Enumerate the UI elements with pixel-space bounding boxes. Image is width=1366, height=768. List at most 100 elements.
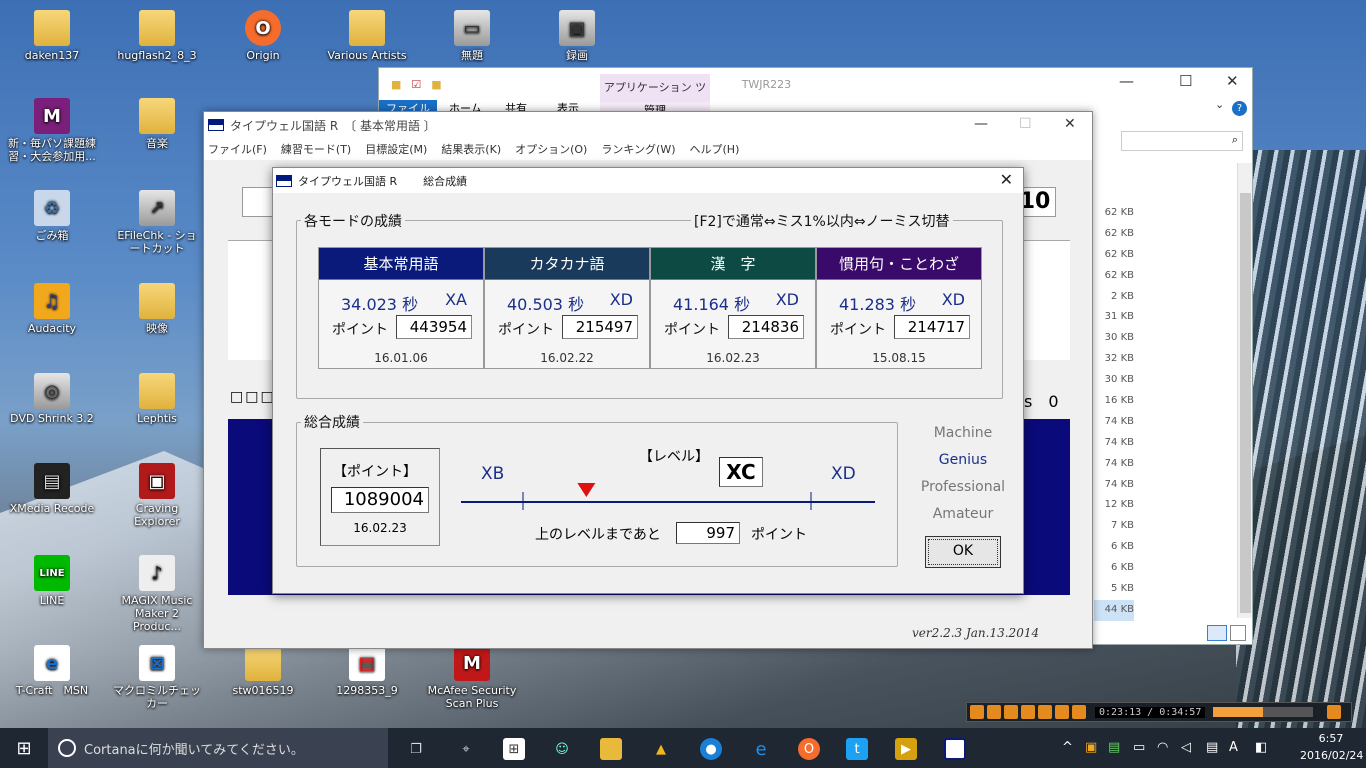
avast-icon[interactable]: ▲ — [650, 738, 672, 760]
mode-date: 15.08.15 — [872, 351, 926, 365]
menu-help[interactable]: ヘルプ(H) — [690, 141, 740, 157]
cortana-search-box[interactable]: Cortanaに何か聞いてみてください。 — [48, 728, 388, 768]
ime-indicator[interactable]: A — [1229, 740, 1238, 755]
file-size: 44 KB — [1094, 599, 1134, 621]
desktop-icon-dvd-shrink[interactable]: ◎ DVD Shrink 3.2 — [7, 373, 97, 425]
desktop-icon-hugflash[interactable]: hugflash2_8_3 — [112, 10, 202, 62]
desktop-icon-macromill[interactable]: ⊠ マクロミルチェッカー — [112, 645, 202, 710]
details-view-icon[interactable] — [1207, 625, 1227, 641]
tray-app2-icon[interactable]: ▤ — [1108, 740, 1120, 755]
help-icon[interactable]: ? — [1232, 101, 1247, 116]
wifi-icon[interactable]: ◠ — [1157, 740, 1168, 755]
desktop-icon-recycle-bin[interactable]: ♻ ごみ箱 — [7, 190, 97, 242]
maximize-icon[interactable]: ☐ — [1179, 72, 1192, 90]
message-icon[interactable]: ▤ — [1206, 740, 1218, 755]
desktop-icon-mainichi-pasokon[interactable]: M 新・毎パソ課題練習・大会参加用... — [7, 98, 97, 163]
windows-start-icon[interactable]: ⊞ — [0, 728, 48, 768]
next-icon[interactable] — [1038, 705, 1052, 719]
stop-icon[interactable] — [1004, 705, 1018, 719]
desktop-icon-various-artists[interactable]: Various Artists — [322, 10, 412, 62]
typewell-taskbar-icon[interactable] — [944, 738, 966, 760]
player-menu-icon[interactable] — [1327, 705, 1342, 719]
desktop-icon-line[interactable]: LINE LINE — [7, 555, 97, 607]
media-player-icon[interactable]: ▶ — [895, 738, 917, 760]
desktop-icon-xmedia-recode[interactable]: ▤ XMedia Recode — [7, 463, 97, 515]
explorer-scrollbar[interactable] — [1237, 163, 1252, 618]
play-icon[interactable] — [970, 705, 984, 719]
pause-icon[interactable] — [987, 705, 1001, 719]
desktop-icon-lephtis[interactable]: Lephtis — [112, 373, 202, 425]
clock-time: 6:57 — [1318, 732, 1344, 745]
edge-icon[interactable]: e — [750, 738, 772, 760]
playlist-icon[interactable] — [1072, 705, 1086, 719]
menu-practice-mode[interactable]: 練習モード(T) — [281, 141, 351, 157]
close-icon[interactable]: ✕ — [1064, 116, 1076, 132]
tray-app-icon[interactable]: ▣ — [1085, 740, 1097, 755]
volume-icon[interactable]: ◁ — [1181, 740, 1191, 755]
desktop-icon-magix[interactable]: ♪ MAGIX Music Maker 2 Produc... — [112, 555, 202, 633]
search-input[interactable]: ⌕ — [1121, 131, 1243, 151]
desktop-icon-untitled[interactable]: ▭ 無題 — [427, 10, 517, 62]
total-results-dialog[interactable]: タイプウェル国語 R 総合成績 ✕ 各モードの成績 [F2]で通常⇔ミス1%以内… — [272, 167, 1024, 594]
minimize-icon[interactable]: — — [974, 116, 988, 132]
desktop-icon-mcafee[interactable]: M McAfee Security Scan Plus — [427, 645, 517, 710]
desktop-icon-audacity[interactable]: ♫ Audacity — [7, 283, 97, 335]
desktop-icon-tcraft[interactable]: e T-Craft MSN — [7, 645, 97, 697]
desktop-icon-music[interactable]: 音楽 — [112, 98, 202, 150]
desktop-icon-origin[interactable]: O Origin — [218, 10, 308, 62]
repeat-icon[interactable] — [1055, 705, 1069, 719]
file-size: 7 KB — [1111, 520, 1134, 532]
remaining-prefix: 上のレベルまであと — [535, 527, 661, 543]
file-size: 74 KB — [1104, 436, 1134, 448]
prev-icon[interactable] — [1021, 705, 1035, 719]
film-icon: ▤ — [34, 463, 70, 499]
origin-icon[interactable]: O — [798, 738, 820, 760]
desktop-icon-craving-explorer[interactable]: ▣ Craving Explorer — [112, 463, 202, 528]
scrollbar-thumb[interactable] — [1240, 193, 1251, 613]
mode-card-katakana[interactable]: カタカナ語 40.503 秒 XD ポイント 215497 16.02.22 — [484, 247, 650, 369]
cortana-icon — [58, 739, 76, 757]
menu-results[interactable]: 結果表示(K) — [441, 141, 501, 157]
mode-point-label: ポイント — [664, 322, 720, 338]
network-globe-icon[interactable]: ⌖ — [455, 738, 477, 760]
desktop-icon-pdf[interactable]: ▤ 1298353_9 — [322, 645, 412, 697]
minimize-icon[interactable]: — — [1119, 72, 1134, 90]
chevron-down-icon[interactable]: ⌄ — [1215, 98, 1224, 111]
menu-options[interactable]: オプション(O) — [515, 141, 587, 157]
store-icon[interactable]: ⊞ — [503, 738, 525, 760]
desktop-icon-video[interactable]: 映像 — [112, 283, 202, 335]
player-progress[interactable] — [1213, 707, 1314, 717]
mode-card-kanyoku[interactable]: 慣用句・ことわざ 41.283 秒 XD ポイント 214717 15.08.1… — [816, 247, 982, 369]
notification-icon[interactable]: ◧ — [1255, 740, 1267, 755]
version-label: ver2.2.3 Jan.13.2014 — [912, 626, 1040, 640]
origin-icon: O — [245, 10, 281, 46]
file-size: 74 KB — [1104, 478, 1134, 490]
people-icon[interactable]: ☺ — [551, 738, 573, 760]
menu-file[interactable]: ファイル(F) — [208, 141, 267, 157]
thumbnail-view-icon[interactable] — [1230, 625, 1246, 641]
desktop-icon-label: 映像 — [146, 322, 168, 335]
tray-expand-icon[interactable]: ^ — [1062, 740, 1073, 755]
menu-goal[interactable]: 目標設定(M) — [365, 141, 427, 157]
twitter-icon[interactable]: t — [846, 738, 868, 760]
desktop-icon-efilechk[interactable]: ↗ EFileChk - ショートカット — [112, 190, 202, 255]
file-size: 32 KB — [1104, 353, 1134, 365]
desktop-icon-daken137[interactable]: daken137 — [7, 10, 97, 62]
tray-battery-icon[interactable]: ▭ — [1133, 740, 1145, 755]
menu-ranking[interactable]: ランキング(W) — [601, 141, 675, 157]
desktop-icon-recording[interactable]: ▣ 録画 — [532, 10, 622, 62]
mode-card-kihon[interactable]: 基本常用語 34.023 秒 XA ポイント 443954 16.01.06 — [318, 247, 484, 369]
taskbar-clock[interactable]: 6:57 2016/02/24 — [1300, 730, 1363, 764]
close-icon[interactable]: ✕ — [1000, 170, 1013, 189]
desktop-icon-label: ごみ箱 — [35, 229, 69, 242]
desktop-icon-stw016519[interactable]: stw016519 — [218, 645, 308, 697]
mode-card-kanji[interactable]: 漢 字 41.164 秒 XD ポイント 214836 16.02.23 — [650, 247, 816, 369]
close-icon[interactable]: ✕ — [1226, 72, 1239, 90]
shortcut-icon: ↗ — [139, 190, 175, 226]
task-view-icon[interactable]: ❐ — [405, 738, 427, 760]
mode-points: 443954 — [396, 315, 472, 339]
ok-button[interactable]: OK — [925, 536, 1001, 568]
file-explorer-icon[interactable] — [600, 738, 622, 760]
ie-icon[interactable]: ● — [700, 738, 722, 760]
media-player-bar[interactable]: 0:23:13 / 0:34:57 — [966, 702, 1352, 722]
